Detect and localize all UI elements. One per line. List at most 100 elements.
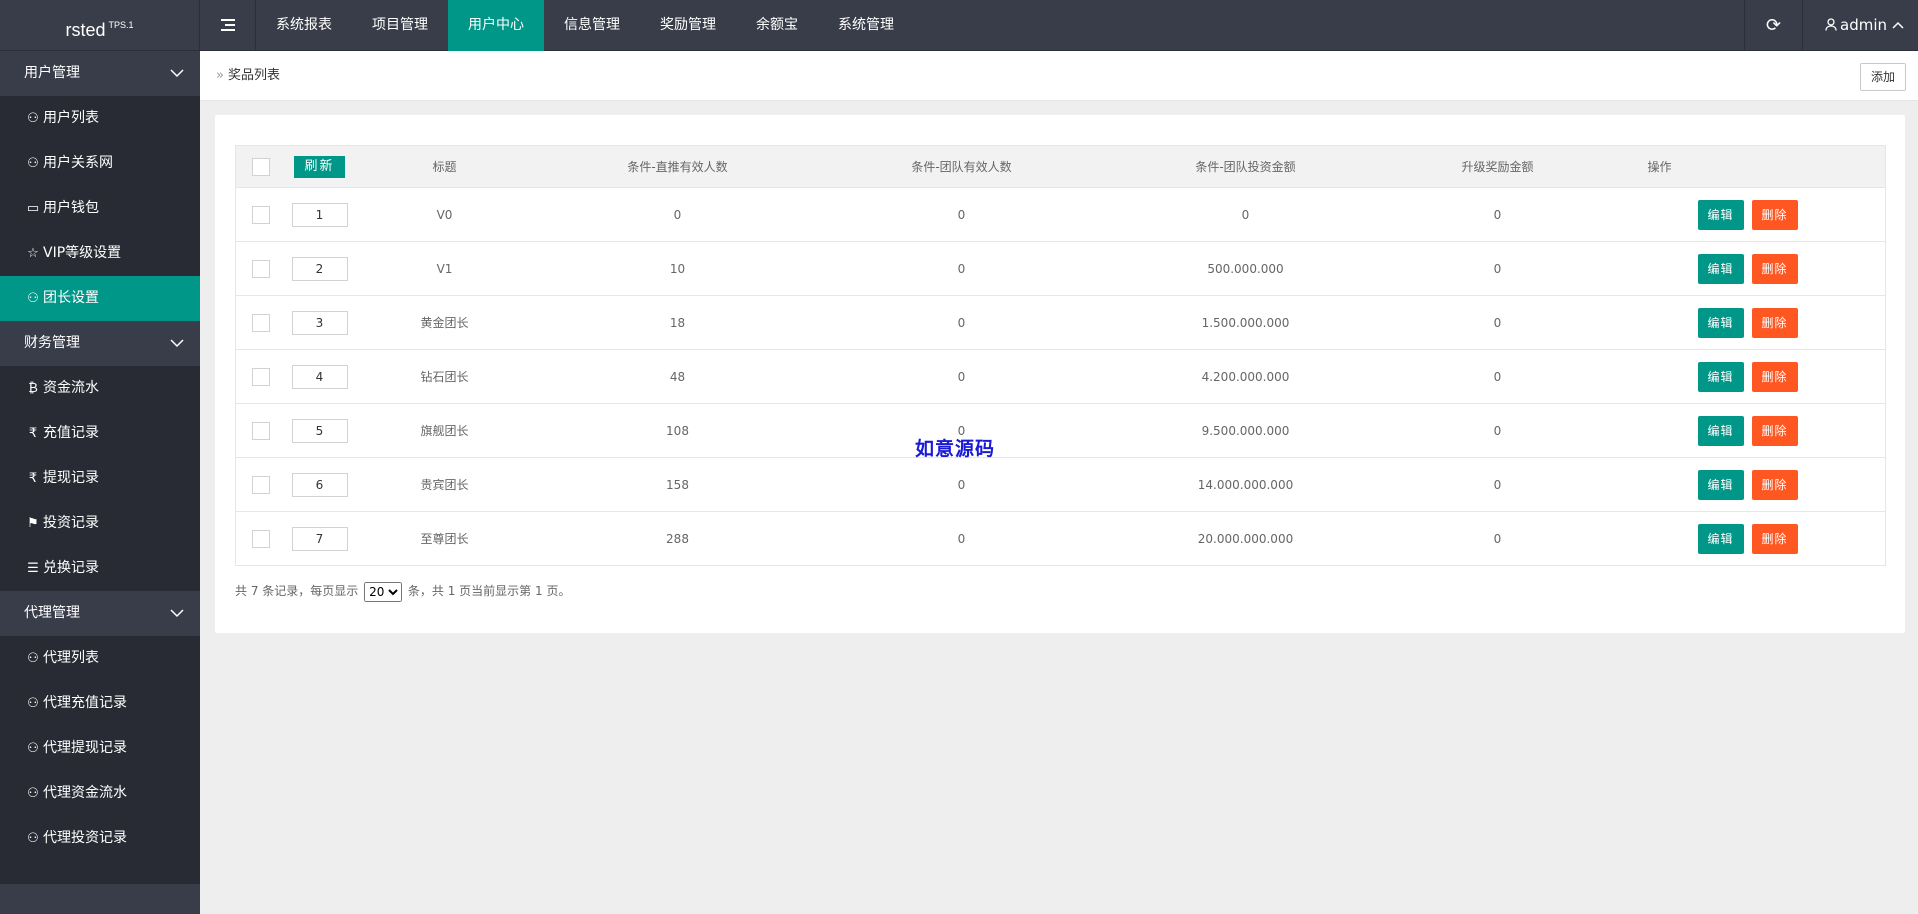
sort-cell <box>285 187 354 242</box>
sidebar-item-label: 用户关系网 <box>43 155 113 171</box>
refresh-button[interactable]: 刷新 <box>294 155 345 178</box>
sidebar-item-user-wallet[interactable]: ▭ 用户钱包 <box>0 186 200 231</box>
row-checkbox-cell <box>235 511 286 566</box>
nav-item-user-center[interactable]: 用户中心 <box>448 0 544 51</box>
sidebar-item-agent-investment[interactable]: ⚇ 代理投资记录 <box>0 816 200 861</box>
chevron-down-icon <box>170 609 184 618</box>
edit-button[interactable]: 编辑 <box>1697 523 1744 554</box>
sidebar-group-users[interactable]: 用户管理 <box>0 51 200 96</box>
users-icon: ⚇ <box>27 291 39 306</box>
row-checkbox[interactable] <box>251 475 270 494</box>
team-count-cell: 0 <box>819 511 1104 566</box>
title-cell: 至尊团长 <box>353 511 536 566</box>
sidebar-item-agent-list[interactable]: ⚇ 代理列表 <box>0 636 200 681</box>
table-row: V1100500.000.0000编辑删除 <box>235 241 1886 296</box>
actions-cell: 编辑 删除 <box>1607 187 1886 242</box>
sidebar-item-fund-flow[interactable]: ₿ 资金流水 <box>0 366 200 411</box>
reward-cell: 0 <box>1387 187 1608 242</box>
team-count-cell: 0 <box>819 241 1104 296</box>
page-size-select[interactable]: 20 <box>364 581 403 602</box>
sidebar-item-agent-fund-flow[interactable]: ⚇ 代理资金流水 <box>0 771 200 816</box>
reward-cell: 0 <box>1387 349 1608 404</box>
sidebar-group-finance[interactable]: 财务管理 <box>0 321 200 366</box>
bitcoin-icon: ₿ <box>28 381 38 396</box>
wallet-icon: ▭ <box>26 201 40 216</box>
row-checkbox[interactable] <box>251 421 270 440</box>
edit-button[interactable]: 编辑 <box>1697 253 1744 284</box>
nav-item-reports[interactable]: 系统报表 <box>256 0 352 51</box>
sidebar-group-label: 代理管理 <box>24 605 80 621</box>
sidebar-item-user-list[interactable]: ⚇ 用户列表 <box>0 96 200 141</box>
edit-button[interactable]: 编辑 <box>1697 307 1744 338</box>
sidebar-item-label: 兑换记录 <box>43 560 99 576</box>
edit-button[interactable]: 编辑 <box>1697 361 1744 392</box>
nav-item-system[interactable]: 系统管理 <box>818 0 914 51</box>
sidebar-item-label: 代理充值记录 <box>43 695 127 711</box>
delete-button[interactable]: 删除 <box>1751 415 1798 446</box>
sidebar-toggle-button[interactable] <box>200 0 256 51</box>
select-all-checkbox[interactable] <box>251 157 270 176</box>
title-cell: 旗舰团长 <box>353 403 536 458</box>
sidebar-item-agent-recharge[interactable]: ⚇ 代理充值记录 <box>0 681 200 726</box>
row-checkbox[interactable] <box>251 205 270 224</box>
delete-button[interactable]: 删除 <box>1751 253 1798 284</box>
nav-item-projects[interactable]: 项目管理 <box>352 0 448 51</box>
row-checkbox[interactable] <box>251 259 270 278</box>
username: admin <box>1840 16 1887 34</box>
sidebar-item-agent-withdraw[interactable]: ⚇ 代理提现记录 <box>0 726 200 771</box>
user-icon: ⚇ <box>27 786 39 801</box>
delete-button[interactable]: 删除 <box>1751 523 1798 554</box>
delete-button[interactable]: 删除 <box>1751 361 1798 392</box>
table-row: 钻石团长4804.200.000.0000编辑删除 <box>235 349 1886 404</box>
sort-order-input[interactable] <box>291 418 348 443</box>
sidebar-item-exchange[interactable]: ☰ 兑换记录 <box>0 546 200 591</box>
actions-cell: 编辑 删除 <box>1607 241 1886 296</box>
edit-button[interactable]: 编辑 <box>1697 415 1744 446</box>
sort-cell <box>285 295 354 350</box>
sort-order-input[interactable] <box>291 310 348 335</box>
sidebar-item-user-network[interactable]: ⚇ 用户关系网 <box>0 141 200 186</box>
sort-order-input[interactable] <box>291 472 348 497</box>
nav-item-info[interactable]: 信息管理 <box>544 0 640 51</box>
refresh-icon[interactable]: ⟳ <box>1744 0 1802 51</box>
reward-cell: 0 <box>1387 241 1608 296</box>
row-checkbox[interactable] <box>251 313 270 332</box>
sidebar-item-investment[interactable]: ⚑ 投资记录 <box>0 501 200 546</box>
sidebar-item-team-leader[interactable]: ⚇ 团长设置 <box>0 276 200 321</box>
sidebar-group-label: 财务管理 <box>24 335 80 351</box>
reward-cell: 0 <box>1387 457 1608 512</box>
breadcrumb-bar: » 奖品列表 添加 <box>200 51 1918 101</box>
edit-button[interactable]: 编辑 <box>1697 199 1744 230</box>
nav-item-balance[interactable]: 余额宝 <box>736 0 818 51</box>
team-invest-cell: 9.500.000.000 <box>1103 403 1388 458</box>
star-icon: ☆ <box>27 246 39 261</box>
delete-button[interactable]: 删除 <box>1751 199 1798 230</box>
column-header: 条件-团队有效人数 <box>819 145 1104 188</box>
flag-icon: ⚑ <box>27 516 39 531</box>
delete-button[interactable]: 删除 <box>1751 307 1798 338</box>
edit-button[interactable]: 编辑 <box>1697 469 1744 500</box>
logo-text: rsted <box>65 20 106 40</box>
direct-count-cell: 48 <box>535 349 820 404</box>
sidebar-item-withdraw[interactable]: ₹ 提现记录 <box>0 456 200 501</box>
sort-order-input[interactable] <box>291 202 348 227</box>
page-title: 奖品列表 <box>227 68 280 83</box>
delete-button[interactable]: 删除 <box>1751 469 1798 500</box>
chevron-up-icon <box>1892 21 1904 29</box>
sort-order-input[interactable] <box>291 364 348 389</box>
table-row: V00000编辑删除 <box>235 187 1886 242</box>
sort-order-input[interactable] <box>291 256 348 281</box>
row-checkbox[interactable] <box>251 529 270 548</box>
add-button[interactable]: 添加 <box>1859 63 1906 91</box>
user-menu[interactable]: admin <box>1802 0 1918 51</box>
direct-count-cell: 108 <box>535 403 820 458</box>
user-icon <box>1825 18 1837 31</box>
nav-item-rewards[interactable]: 奖励管理 <box>640 0 736 51</box>
app-logo[interactable]: rsted TPS.1 <box>0 0 200 51</box>
sidebar-item-vip-levels[interactable]: ☆ VIP等级设置 <box>0 231 200 276</box>
team-count-cell: 0 <box>819 295 1104 350</box>
sidebar-item-recharge[interactable]: ₹ 充值记录 <box>0 411 200 456</box>
sidebar-group-agents[interactable]: 代理管理 <box>0 591 200 636</box>
row-checkbox[interactable] <box>251 367 270 386</box>
sort-order-input[interactable] <box>291 526 348 551</box>
